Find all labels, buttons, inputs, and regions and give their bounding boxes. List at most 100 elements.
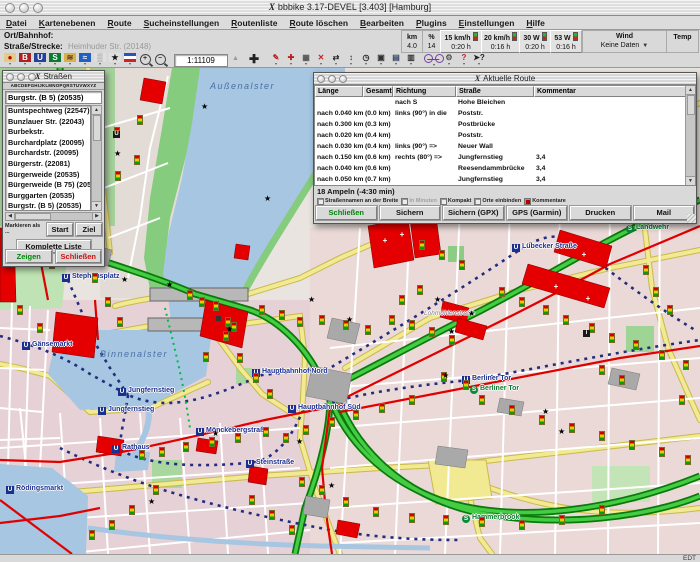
bus-layer-icon[interactable]: ≋▾ [63, 53, 77, 67]
street-list-item[interactable]: Bunzlauer Str. (22043) [6, 117, 90, 128]
bike-icon[interactable]: ▾ [427, 53, 441, 67]
street-list-item[interactable]: Burchardstr. (20095) [6, 148, 90, 159]
option-kommentare[interactable]: Kommentare [524, 198, 566, 205]
option-kompakt[interactable]: Kompakt [440, 198, 472, 205]
edit-route-icon[interactable]: ✎▾ [269, 53, 283, 67]
street-list-item[interactable]: Burgstr. (B 5) (20535) [6, 201, 90, 211]
chevron-down-icon[interactable]: ▾ [290, 62, 292, 66]
checkbox-icon[interactable] [524, 198, 531, 205]
new-window-icon[interactable]: ▣▾ [374, 53, 388, 67]
insert-point-icon[interactable]: ✚▾ [284, 53, 298, 67]
ubahn-layer-icon[interactable]: U▾ [33, 53, 47, 67]
help-icon[interactable]: ?▾ [457, 53, 471, 67]
context-help-icon[interactable]: ➤?▾ [472, 53, 486, 67]
street-list-item[interactable]: Bürgerstr. (22081) [6, 159, 90, 170]
hscroll-thumb[interactable] [15, 213, 51, 220]
strasse-input[interactable]: Heimhuder Str. (20148) [68, 42, 151, 51]
sichern-gpx-button[interactable]: Sichern (GPX) [443, 206, 504, 220]
chevron-down-icon[interactable]: ▾ [275, 62, 277, 66]
print-icon[interactable]: ▥▾ [404, 53, 418, 67]
scroll-thumb[interactable] [687, 95, 695, 115]
street-list-item[interactable]: Burchardplatz (20095) [6, 138, 90, 149]
chevron-down-icon[interactable]: ▾ [350, 62, 352, 66]
pan-icon[interactable]: ✚ [249, 53, 259, 66]
chevron-down-icon[interactable]: ▾ [395, 62, 397, 66]
menu-item-route[interactable]: Route [101, 18, 137, 28]
column-header-richtung[interactable]: Richtung [393, 86, 456, 97]
route-table-row[interactable]: nach 0.020 km(0.4 km)Poststr. [315, 130, 695, 141]
chevron-down-icon[interactable]: ▾ [129, 62, 131, 66]
street-list-vscrollbar[interactable]: ▲ ▼ [91, 105, 102, 211]
column-header-l-nge[interactable]: Länge [315, 86, 363, 97]
menu-item-hilfe[interactable]: Hilfe [520, 18, 550, 28]
route-table-row[interactable]: nach 0.050 km(0.7 km)Jungfernstieg3,4 [315, 174, 695, 185]
schlie-en-button[interactable]: Schließen [316, 206, 377, 220]
menu-item-routenliste[interactable]: Routenliste [225, 18, 283, 28]
chevron-down-icon[interactable]: ▾ [410, 62, 412, 66]
sights-layer-icon[interactable]: ★▾ [108, 53, 122, 67]
route-table-row[interactable]: nach 0.040 km(0.0 km)links (90°) in dieP… [315, 108, 695, 119]
checkbox-icon[interactable] [474, 198, 481, 205]
tools-icon[interactable]: ⚙▾ [442, 53, 456, 67]
zeigen-button[interactable]: Zeigen [6, 250, 52, 263]
route-table-row[interactable]: nach SHohe Bleichen [315, 97, 695, 108]
stat-cell-30-w[interactable]: 30 W0:20 h [519, 30, 550, 53]
chevron-down-icon[interactable]: ▾ [9, 62, 11, 66]
route-table-row[interactable]: nach 0.030 km(0.4 km)links (90°) =>Neuer… [315, 141, 695, 152]
chevron-down-icon[interactable]: ▾ [69, 62, 71, 66]
chevron-down-icon[interactable]: ▾ [320, 62, 322, 66]
scroll-down-icon[interactable]: ▼ [686, 176, 695, 185]
chevron-down-icon[interactable]: ▾ [84, 62, 86, 66]
column-header-stra-e[interactable]: Straße [456, 86, 534, 97]
menu-item-kartenebenen[interactable]: Kartenebenen [33, 18, 102, 28]
chevron-down-icon[interactable]: ▾ [335, 62, 337, 66]
time-icon[interactable]: ◷▾ [359, 53, 373, 67]
scroll-up-icon[interactable]: ▲ [686, 86, 695, 95]
border-layer-icon[interactable]: ▒▾ [93, 53, 107, 67]
streets-window-titlebar[interactable]: XStraßen [3, 71, 104, 83]
traffic-light-layer-icon[interactable]: ●▾ [3, 53, 17, 67]
gps-garmin-button[interactable]: GPS (Garmin) [507, 206, 568, 220]
bahn-layer-icon[interactable]: B▾ [18, 53, 32, 67]
scroll-up-icon[interactable]: ▲ [92, 106, 101, 115]
start-button[interactable]: Start [47, 223, 73, 236]
wind-value[interactable]: Keine Daten▼ [601, 41, 648, 51]
route-table-scrollbar[interactable]: ▲ ▼ [685, 86, 695, 185]
chevron-down-icon[interactable]: ▾ [448, 62, 450, 66]
scale-slider-icon[interactable]: ▲ [232, 55, 239, 62]
ferry-layer-icon[interactable]: ≈▾ [78, 53, 92, 67]
stat-cell-15-km-h[interactable]: 15 km/h0:20 h [440, 30, 481, 53]
chevron-down-icon[interactable]: ▾ [54, 62, 56, 66]
scroll-thumb[interactable] [93, 115, 101, 141]
ziel-button[interactable]: Ziel [76, 223, 102, 236]
chevron-down-icon[interactable]: ▾ [39, 62, 41, 66]
street-list-item[interactable]: Burbekstr. [6, 127, 90, 138]
route-table-row[interactable]: nach 0.040 km(0.6 km)Reesendammbrücke3,4 [315, 163, 695, 174]
chevron-down-icon[interactable]: ▾ [433, 63, 435, 67]
sichern-button[interactable]: Sichern [380, 206, 441, 220]
street-list-item[interactable]: Bürgerweide (B 75) (2053 [6, 180, 90, 191]
street-list-item[interactable]: Burggarten (20535) [6, 191, 90, 202]
menu-item-sucheinstellungen[interactable]: Sucheinstellungen [138, 18, 226, 28]
column-header-kommentar[interactable]: Kommentar [534, 86, 695, 97]
scroll-down-icon[interactable]: ▼ [92, 201, 101, 210]
alphabet-index[interactable]: ABCDEFGHIJKLMNOPQRSTUVWXYZ [3, 83, 104, 90]
streets-schliessen-button[interactable]: Schließen [56, 250, 102, 263]
wind-cell[interactable]: Wind Keine Daten▼ [582, 30, 666, 53]
menu-item-bearbeiten[interactable]: Bearbeiten [354, 18, 410, 28]
mail-button[interactable]: Mail [634, 206, 695, 220]
checkbox-icon[interactable] [440, 198, 447, 205]
chevron-down-icon[interactable]: ▾ [380, 62, 382, 66]
sbahn-layer-icon[interactable]: S▾ [48, 53, 62, 67]
stat-cell-53-w[interactable]: 53 W0:16 h [550, 30, 582, 53]
delete-route-icon[interactable]: ✕▾ [314, 53, 328, 67]
chevron-down-icon[interactable]: ▾ [478, 62, 480, 66]
route-table-icon[interactable]: ▦▾ [299, 53, 313, 67]
scroll-right-icon[interactable]: ▶ [92, 213, 101, 220]
elevation-icon[interactable]: ↕▾ [344, 53, 358, 67]
chevron-down-icon[interactable]: ▾ [24, 62, 26, 66]
checkbox-icon[interactable] [317, 198, 324, 205]
option-stra-ennamen-an-der-breite[interactable]: Straßennamen an der Breite [317, 198, 398, 205]
menu-item-plugins[interactable]: Plugins [410, 18, 453, 28]
chevron-down-icon[interactable]: ▾ [114, 62, 116, 66]
